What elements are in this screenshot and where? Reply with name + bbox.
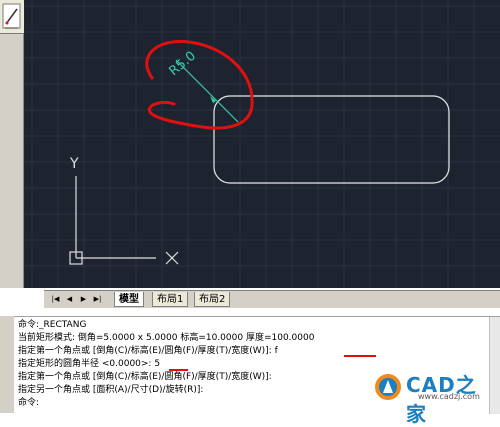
drawing-canvas[interactable]: R5.0 Y <box>24 0 500 288</box>
cadzj-logo-icon <box>375 374 401 400</box>
tab-layout1[interactable]: 布局1 <box>152 292 189 307</box>
draw-tool-icon[interactable] <box>0 0 24 34</box>
command-window-grip[interactable] <box>0 316 14 413</box>
tab-layout2[interactable]: 布局2 <box>194 292 231 307</box>
layout-tab-bar: |◀ ◀ ▶ ▶| 模型 布局1 布局2 <box>44 290 500 308</box>
radius-dimension[interactable]: R5.0 <box>166 49 239 123</box>
red-annotation-circle <box>145 39 254 130</box>
left-toolbar-strip <box>0 0 24 288</box>
ucs-y-label: Y <box>69 156 79 172</box>
cadzj-url: www.cadzj.com <box>418 392 480 401</box>
cadzj-watermark: CAD之家 www.cadzj.com <box>374 369 494 426</box>
canvas-grid <box>24 0 500 288</box>
next-layout-button[interactable]: ▶ <box>78 294 89 305</box>
tool-palette[interactable] <box>0 0 24 34</box>
radius-dimension-label: R5.0 <box>166 49 198 80</box>
tab-model[interactable]: 模型 <box>114 292 144 307</box>
prev-layout-button[interactable]: ◀ <box>64 294 75 305</box>
rounded-rectangle[interactable] <box>213 95 450 184</box>
last-layout-button[interactable]: ▶| <box>92 294 103 305</box>
first-layout-button[interactable]: |◀ <box>50 294 61 305</box>
ucs-x-label <box>165 251 179 265</box>
